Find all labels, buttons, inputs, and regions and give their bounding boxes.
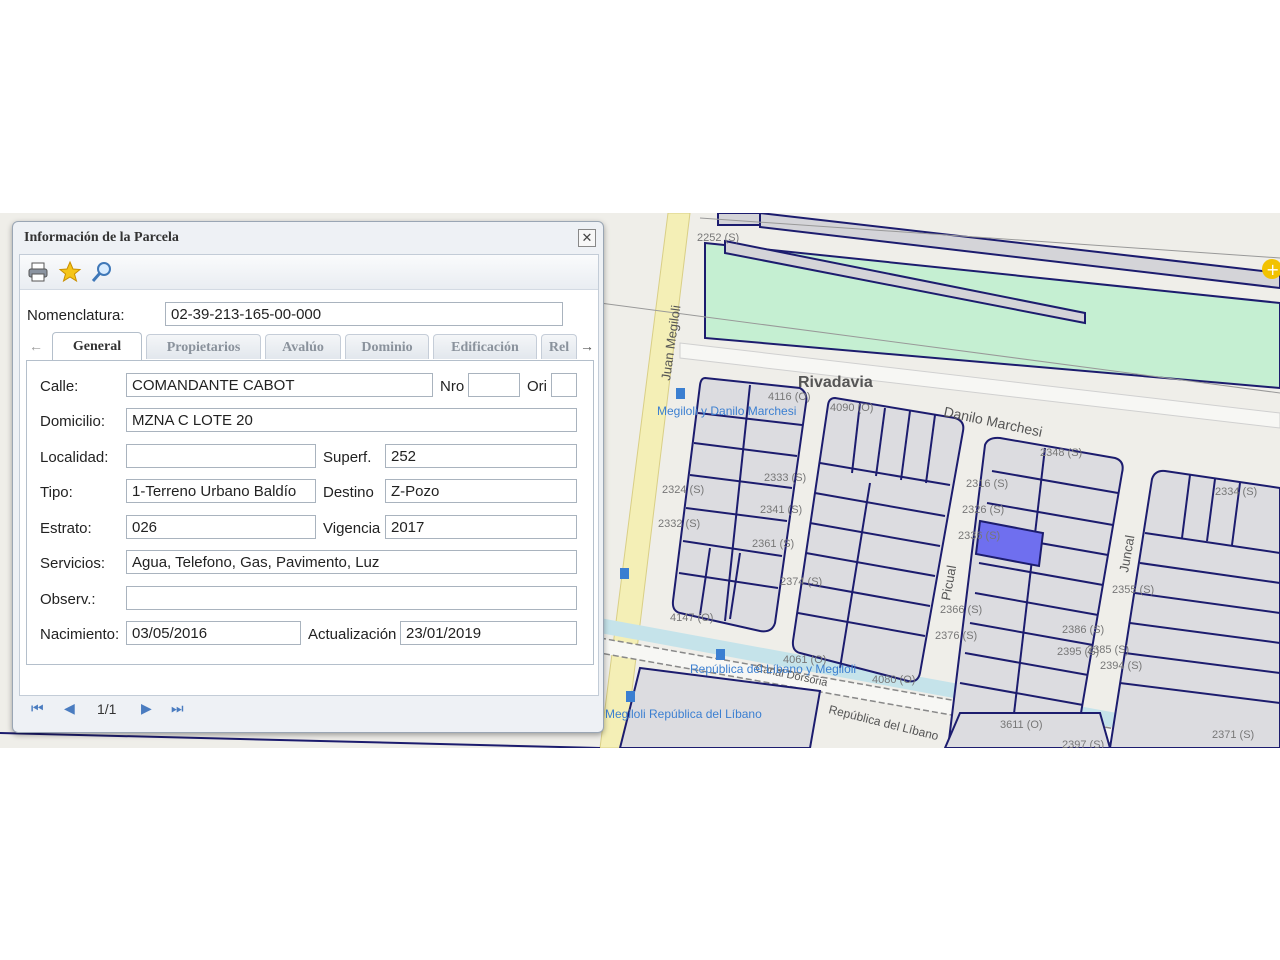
domicilio-field[interactable]: MZNA C LOTE 20 [126, 408, 577, 432]
bus-stop-label: Megiloli y Danilo Marchesi [657, 404, 796, 418]
domicilio-label: Domicilio: [40, 413, 106, 430]
parcel-number-label: 2397 (S) [1062, 739, 1104, 748]
prev-page-icon[interactable]: ◀ [64, 700, 75, 717]
page-indicator: 1/1 [97, 701, 117, 717]
parcel-number-label: 2386 (S) [1062, 624, 1104, 636]
tab-general[interactable]: General [52, 332, 142, 360]
parcel-number-label: 2371 (S) [1212, 729, 1254, 741]
tab-edificacion[interactable]: Edificación [433, 334, 537, 359]
parcel-number-label: 2374 (S) [780, 576, 822, 588]
window-titlebar[interactable]: Información de la Parcela ✕ [13, 222, 603, 254]
parcel-number-label: 2252 (S) [697, 232, 739, 244]
nomenclatura-label: Nomenclatura: [27, 307, 125, 324]
parcel-number-label: 2395 (S) [1057, 646, 1099, 658]
destino-field[interactable]: Z-Pozo [385, 479, 577, 503]
parcel-number-label: 2334 (S) [1215, 486, 1257, 498]
block-d [1108, 469, 1280, 748]
close-button[interactable]: ✕ [578, 229, 596, 247]
parcel-number-label: 2324 (S) [662, 484, 704, 496]
parcel-number-label: 2316 (S) [966, 478, 1008, 490]
parcel-number-label: 2341 (S) [760, 504, 802, 516]
parcel-number-label: 3611 (O) [1000, 719, 1043, 731]
parcel-number-label: 2394 (S) [1100, 660, 1142, 672]
tab-rel[interactable]: Rel [541, 334, 577, 359]
calle-field[interactable]: COMANDANTE CABOT [126, 373, 433, 397]
street-label-juncal: Juncal [1116, 534, 1137, 574]
parcel-number-label: 4061 (O) [783, 654, 826, 666]
bus-stop-icon [620, 568, 629, 579]
superf-label: Superf. [323, 449, 372, 466]
actualizacion-field[interactable]: 23/01/2019 [400, 621, 577, 645]
parcel-number-label: 2348 (S) [1040, 447, 1082, 459]
bus-stop-label: Megiloli República del Líbano [605, 707, 762, 721]
top-parcel [717, 213, 761, 226]
tab-propietarios[interactable]: Propietarios [146, 334, 261, 359]
street-label-rivadavia: Rivadavia [798, 374, 873, 391]
tipo-label: Tipo: [40, 484, 73, 501]
ori-label: Ori [527, 378, 547, 395]
calle-label: Calle: [40, 378, 79, 395]
street-label-picual: Picual [938, 564, 959, 602]
localidad-field[interactable] [126, 444, 316, 468]
next-page-icon[interactable]: ▶ [141, 700, 152, 717]
nro-field[interactable] [468, 373, 520, 397]
estrato-label: Estrato: [40, 520, 92, 537]
parcel-info-window[interactable]: Información de la Parcela ✕ Nomenclatura… [12, 221, 604, 733]
parcel-number-label: 2376 (S) [935, 630, 977, 642]
parcel-number-label: 4116 (O) [768, 391, 811, 403]
pager: ⏮ ◀ 1/1 ▶ ⏭ [19, 692, 597, 726]
bus-stop-icon [626, 691, 635, 702]
parcel-number-label: 4147 (O) [670, 612, 713, 624]
nacimiento-label: Nacimiento: [40, 626, 120, 643]
bus-stop-icon [676, 388, 685, 399]
parcel-number-label: 2333 (S) [764, 472, 806, 484]
star-icon[interactable] [58, 260, 82, 284]
parcel-number-label: 2332 (S) [658, 518, 700, 530]
tab-strip: ← General Propietarios Avalúo Dominio Ed… [26, 332, 594, 360]
superf-field[interactable]: 252 [385, 444, 577, 468]
localidad-label: Localidad: [40, 449, 109, 466]
estrato-field[interactable]: 026 [126, 515, 316, 539]
vigencia-label: Vigencia [323, 520, 381, 537]
tab-scroll-left-icon[interactable]: ← [26, 334, 46, 359]
parcel-number-label: 2326 (S) [962, 504, 1004, 516]
observ-field[interactable] [126, 586, 577, 610]
nomenclatura-field[interactable]: 02-39-213-165-00-000 [165, 302, 563, 326]
nro-label: Nro [440, 378, 465, 395]
vigencia-field[interactable]: 2017 [385, 515, 577, 539]
ori-field[interactable] [551, 373, 577, 397]
parcel-number-label: 4080 (O) [872, 674, 915, 686]
tab-scroll-right-icon[interactable]: → [577, 334, 597, 359]
general-tab-body: Calle: COMANDANTE CABOT Nro Ori Domicili… [26, 360, 594, 665]
servicios-label: Servicios: [40, 555, 106, 572]
parcel-number-label: 2366 (S) [940, 604, 982, 616]
tipo-field[interactable]: 1-Terreno Urbano Baldío [126, 479, 316, 503]
servicios-field[interactable]: Agua, Telefono, Gas, Pavimento, Luz [126, 550, 577, 574]
destino-label: Destino [323, 484, 374, 501]
nacimiento-field[interactable]: 03/05/2016 [126, 621, 301, 645]
print-icon[interactable] [26, 260, 50, 284]
parcel-number-label: 2336 (S) [958, 530, 1000, 542]
last-page-icon[interactable]: ⏭ [171, 700, 184, 717]
window-title: Información de la Parcela [24, 230, 179, 245]
info-panel: Nomenclatura: 02-39-213-165-00-000 ← Gen… [19, 254, 599, 696]
bus-stop-icon [716, 649, 725, 660]
tab-avaluo[interactable]: Avalúo [265, 334, 341, 359]
first-page-icon[interactable]: ⏮ [31, 700, 44, 717]
parcel-number-label: 2361 (S) [752, 538, 794, 550]
parcel-number-label: 4090 (O) [830, 402, 873, 414]
toolbar [20, 255, 598, 290]
tab-dominio[interactable]: Dominio [345, 334, 429, 359]
parcel-number-label: 2355 (S) [1112, 584, 1154, 596]
svg-text:+: + [1266, 260, 1279, 279]
bus-stop-label: República del Líbano y Megiloli [690, 662, 856, 676]
actualizacion-label: Actualización [308, 626, 397, 643]
observ-label: Observ.: [40, 591, 96, 608]
search-icon[interactable] [90, 260, 114, 284]
